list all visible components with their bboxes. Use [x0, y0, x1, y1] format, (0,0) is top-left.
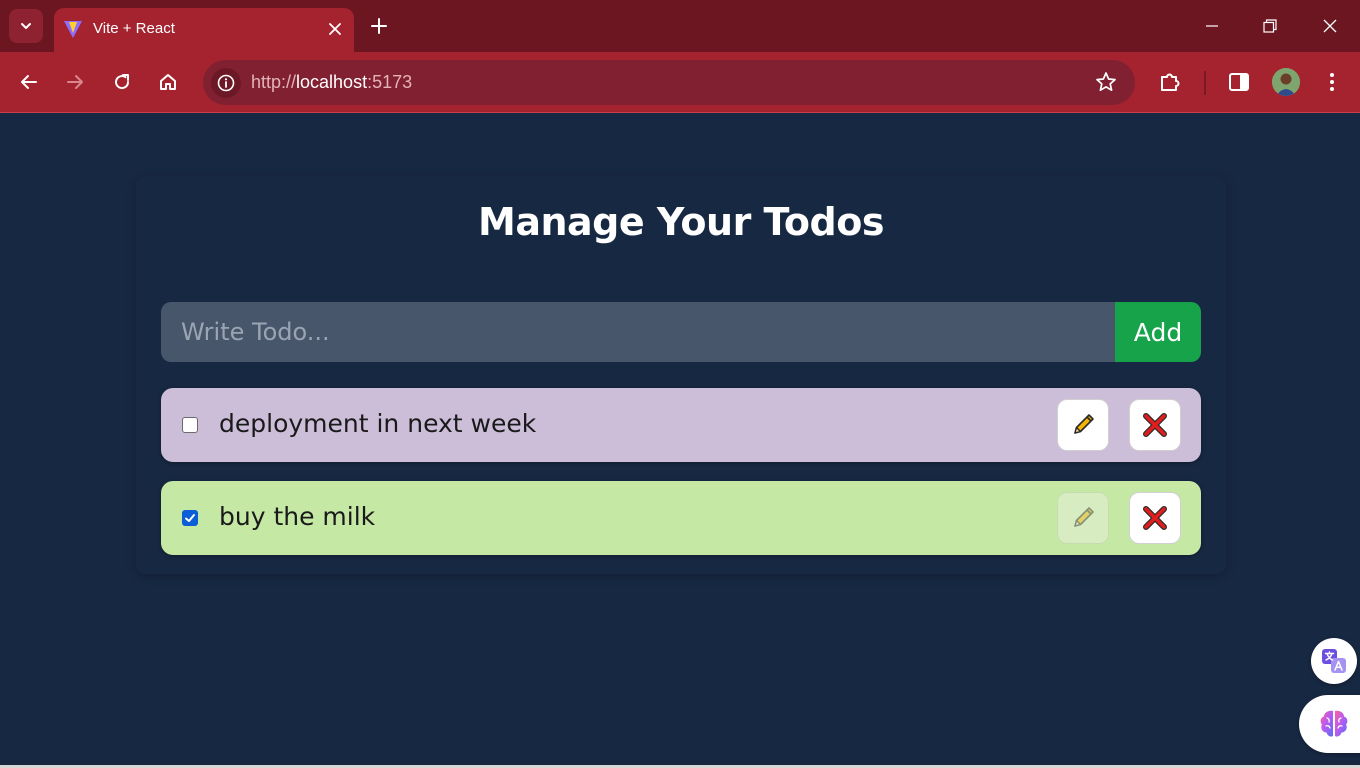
cross-icon [1143, 506, 1167, 530]
todo-checkbox[interactable] [182, 417, 198, 433]
minimize-icon [1206, 25, 1218, 27]
url-port: :5173 [367, 72, 413, 92]
chevron-down-icon [21, 23, 31, 29]
pencil-icon [1074, 507, 1094, 527]
checkmark-icon [185, 514, 195, 522]
pencil-icon [1074, 414, 1094, 434]
brain-icon [1320, 710, 1348, 737]
translate-extension-button[interactable] [1311, 638, 1357, 684]
todo-form: Add [161, 302, 1201, 362]
reload-icon [115, 74, 130, 90]
delete-button[interactable] [1129, 399, 1181, 451]
browser-menu-button[interactable] [1317, 67, 1347, 97]
url-host: localhost [296, 72, 368, 92]
extensions-button[interactable] [1155, 67, 1185, 97]
side-panel-button[interactable] [1224, 67, 1254, 97]
toolbar-separator [1204, 71, 1206, 95]
bookmark-button[interactable] [1093, 69, 1119, 95]
add-button[interactable]: Add [1115, 302, 1201, 362]
puzzle-icon [1161, 73, 1180, 91]
close-icon [329, 23, 341, 35]
new-tab-button[interactable] [366, 13, 392, 39]
todo-item: deployment in next week [161, 388, 1201, 462]
minimize-button[interactable] [1198, 12, 1226, 40]
ai-assistant-extension-button[interactable] [1299, 695, 1360, 753]
todo-text[interactable]: buy the milk [219, 502, 375, 531]
home-button[interactable] [153, 67, 183, 97]
address-bar[interactable]: http://localhost:5173 [203, 60, 1135, 105]
vite-logo-icon [64, 21, 82, 38]
todo-checkbox[interactable] [182, 510, 198, 526]
restore-icon [1263, 19, 1277, 33]
arrow-left-icon [21, 75, 37, 89]
back-button[interactable] [14, 67, 44, 97]
edit-button[interactable] [1057, 492, 1109, 544]
reload-button[interactable] [107, 67, 137, 97]
todo-input[interactable] [161, 302, 1116, 362]
tab-search-button[interactable] [9, 9, 43, 43]
site-info-button[interactable] [211, 68, 241, 98]
star-icon [1096, 72, 1116, 92]
home-icon [160, 74, 176, 90]
arrow-right-icon [67, 75, 83, 89]
side-panel-icon [1229, 73, 1249, 91]
todo-item: buy the milk [161, 481, 1201, 555]
url-text[interactable]: http://localhost:5173 [251, 72, 412, 93]
edit-button[interactable] [1057, 399, 1109, 451]
more-vertical-icon [1330, 73, 1334, 91]
tab-title: Vite + React [93, 20, 175, 37]
restore-button[interactable] [1256, 12, 1284, 40]
active-tab[interactable]: Vite + React [54, 8, 354, 52]
info-icon [217, 74, 235, 92]
tab-strip: Vite + React [0, 0, 1360, 52]
cross-icon [1143, 413, 1167, 437]
profile-avatar[interactable] [1272, 68, 1300, 96]
translate-icon [1322, 649, 1346, 673]
forward-button[interactable] [60, 67, 90, 97]
tab-close-button[interactable] [324, 18, 346, 40]
url-scheme: http:// [251, 72, 297, 92]
page-title: Manage Your Todos [478, 200, 884, 244]
close-icon [1323, 19, 1337, 33]
close-window-button[interactable] [1316, 12, 1344, 40]
avatar-icon [1272, 68, 1300, 96]
plus-icon [371, 18, 387, 34]
delete-button[interactable] [1129, 492, 1181, 544]
browser-toolbar: http://localhost:5173 [0, 52, 1360, 113]
todo-text[interactable]: deployment in next week [219, 409, 536, 438]
